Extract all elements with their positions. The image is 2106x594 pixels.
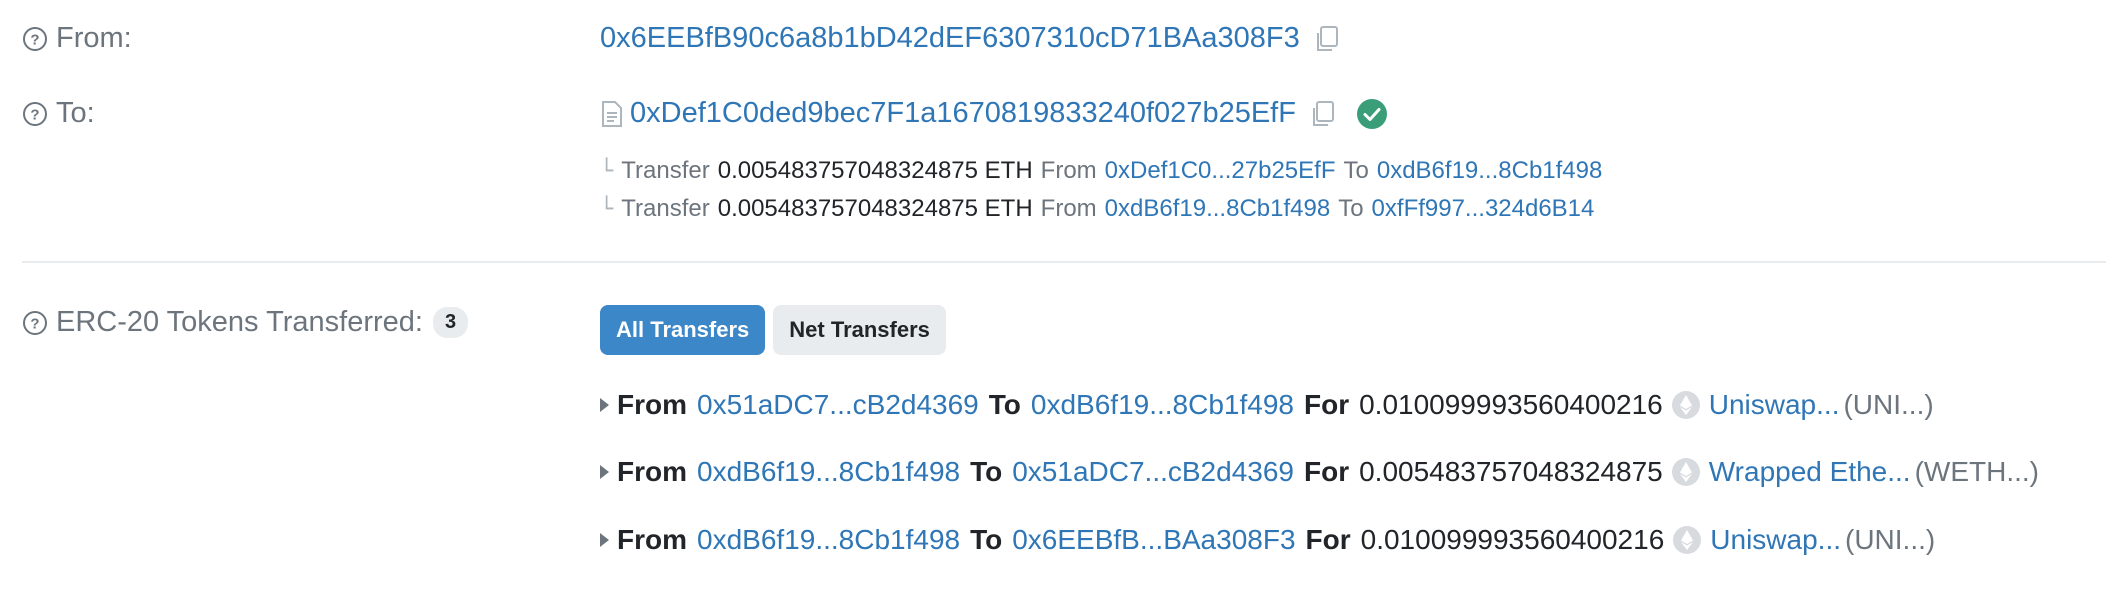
- erc20-label: ERC-20 Tokens Transferred:: [56, 306, 423, 338]
- token-from-link[interactable]: 0xdB6f19...8Cb1f498: [697, 524, 960, 556]
- copy-icon[interactable]: [1308, 99, 1338, 129]
- transfer-keyword: Transfer: [621, 157, 710, 184]
- erc20-label-group: ? ERC-20 Tokens Transferred: 3: [22, 306, 469, 339]
- for-keyword: For: [1303, 456, 1350, 487]
- from-value: 0x6EEBfB90c6a8b1bD42dEF6307310cD71BAa308…: [600, 22, 1342, 55]
- to-keyword: To: [988, 389, 1021, 420]
- to-keyword: To: [970, 524, 1003, 555]
- branch-icon: └: [600, 196, 614, 222]
- caret-right-icon[interactable]: [600, 398, 609, 412]
- token-transfer-row[interactable]: From 0x51aDC7...cB2d4369 To 0xdB6f19...8…: [600, 389, 1934, 421]
- token-transfer-row[interactable]: From 0xdB6f19...8Cb1f498 To 0x6EEBfB...B…: [600, 524, 1935, 556]
- token-symbol: (WETH...): [1914, 456, 2039, 487]
- question-circle-icon[interactable]: ?: [22, 26, 48, 52]
- transfer-from-link[interactable]: 0xDef1C0...27b25EfF: [1105, 157, 1336, 185]
- tab-net-transfers[interactable]: Net Transfers: [773, 305, 946, 355]
- to-value: 0xDef1C0ded9bec7F1a1670819833240f027b25E…: [600, 97, 1388, 130]
- token-to-link[interactable]: 0xdB6f19...8Cb1f498: [1031, 389, 1294, 421]
- question-circle-icon[interactable]: ?: [22, 101, 48, 127]
- token-from-link[interactable]: 0x51aDC7...cB2d4369: [697, 389, 979, 421]
- from-label: From:: [56, 22, 132, 54]
- token-symbol: (UNI...): [1845, 524, 1936, 555]
- token-from-link[interactable]: 0xdB6f19...8Cb1f498: [697, 456, 960, 488]
- check-circle-icon: [1356, 98, 1388, 130]
- from-keyword: From: [1040, 195, 1097, 222]
- transfer-amount: 0.005483757048324875 ETH: [717, 157, 1033, 184]
- section-divider: [22, 261, 2106, 263]
- token-transfer-row[interactable]: From 0xdB6f19...8Cb1f498 To 0x51aDC7...c…: [600, 456, 2039, 488]
- transfer-to-link[interactable]: 0xdB6f19...8Cb1f498: [1377, 157, 1603, 185]
- caret-right-icon[interactable]: [600, 465, 609, 479]
- branch-icon: └: [600, 158, 614, 184]
- caret-right-icon[interactable]: [600, 533, 609, 547]
- from-row: ? From: 0x6EEBfB90c6a8b1bD42dEF6307310cD…: [0, 18, 2106, 62]
- token-name-link[interactable]: Wrapped Ethe...: [1709, 456, 1911, 488]
- to-row: ? To: 0xDef1C0ded9bec7F1a1670819833240f0…: [0, 93, 2106, 137]
- to-address-link[interactable]: 0xDef1C0ded9bec7F1a1670819833240f027b25E…: [630, 97, 1296, 130]
- to-keyword: To: [970, 456, 1003, 487]
- token-amount: 0.005483757048324875: [1359, 456, 1663, 487]
- from-keyword: From: [617, 389, 687, 420]
- transfer-tabs: All Transfers Net Transfers: [600, 305, 946, 355]
- to-label-group: ? To:: [22, 97, 95, 130]
- from-keyword: From: [617, 456, 687, 487]
- token-to-link[interactable]: 0x6EEBfB...BAa308F3: [1012, 524, 1295, 556]
- transfer-keyword: Transfer: [621, 195, 710, 222]
- from-address-link[interactable]: 0x6EEBfB90c6a8b1bD42dEF6307310cD71BAa308…: [600, 22, 1300, 55]
- from-keyword: From: [617, 524, 687, 555]
- for-keyword: For: [1305, 524, 1351, 555]
- transfer-to-link[interactable]: 0xfFf997...324d6B14: [1372, 195, 1595, 223]
- transfer-from-link[interactable]: 0xdB6f19...8Cb1f498: [1105, 195, 1331, 223]
- eth-token-icon: [1672, 525, 1702, 555]
- eth-token-icon: [1671, 390, 1701, 420]
- tab-all-transfers[interactable]: All Transfers: [600, 305, 766, 355]
- svg-text:?: ?: [30, 315, 39, 332]
- token-symbol: (UNI...): [1843, 389, 1934, 420]
- svg-text:?: ?: [30, 31, 39, 48]
- contract-file-icon: [600, 99, 624, 129]
- from-label-group: ? From:: [22, 22, 132, 55]
- question-circle-icon[interactable]: ?: [22, 310, 48, 336]
- transfer-amount: 0.005483757048324875 ETH: [717, 195, 1033, 222]
- to-label: To:: [56, 97, 95, 129]
- svg-text:?: ?: [30, 106, 39, 123]
- eth-token-icon: [1671, 457, 1701, 487]
- token-amount: 0.010099993560400216: [1360, 524, 1665, 555]
- token-name-link[interactable]: Uniswap...: [1710, 524, 1841, 556]
- token-to-link[interactable]: 0x51aDC7...cB2d4369: [1012, 456, 1294, 488]
- token-amount: 0.010099993560400216: [1359, 389, 1663, 420]
- to-keyword: To: [1343, 157, 1369, 184]
- from-keyword: From: [1040, 157, 1097, 184]
- erc20-count-badge: 3: [432, 307, 469, 338]
- internal-transfer-row: └ Transfer 0.005483757048324875 ETH From…: [600, 157, 1610, 185]
- token-name-link[interactable]: Uniswap...: [1709, 389, 1840, 421]
- for-keyword: For: [1303, 389, 1350, 420]
- copy-icon[interactable]: [1312, 24, 1342, 54]
- to-keyword: To: [1338, 195, 1364, 222]
- internal-transfer-row: └ Transfer 0.005483757048324875 ETH From…: [600, 195, 1602, 223]
